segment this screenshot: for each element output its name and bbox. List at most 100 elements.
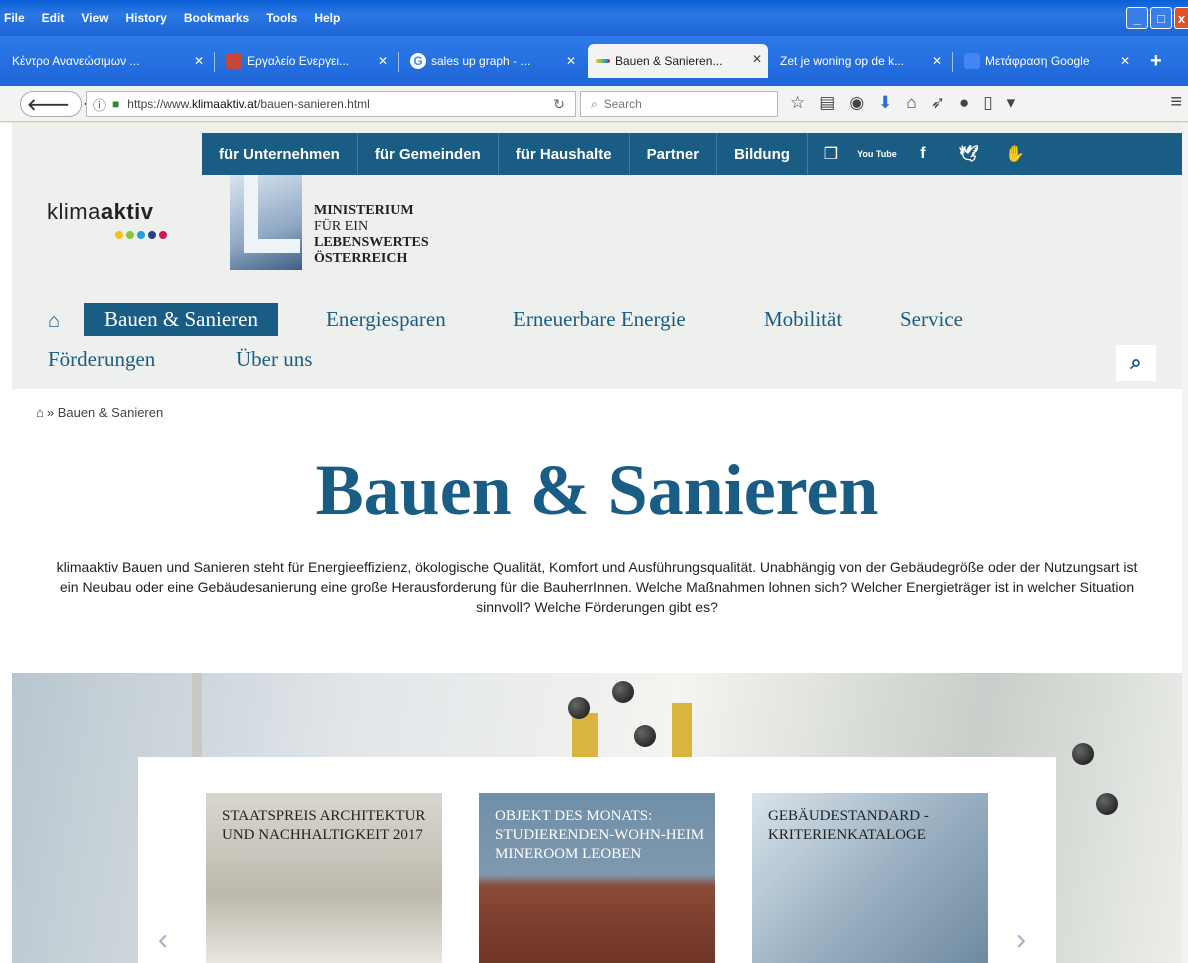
page-title: Bauen & Sanieren <box>315 450 879 530</box>
maximize-button[interactable]: □ <box>1150 7 1172 29</box>
page-scrollbar[interactable] <box>1182 123 1188 963</box>
hero-beam <box>192 673 202 763</box>
send-icon[interactable]: ➶ <box>931 93 945 113</box>
url-path: /bauen-sanieren.html <box>257 97 370 111</box>
nav-partner[interactable]: Partner <box>630 133 718 175</box>
google-icon: G <box>410 53 426 69</box>
menu-edit[interactable]: Edit <box>42 11 65 25</box>
search-input[interactable]: ⌕ Search <box>580 91 778 117</box>
main-navigation: ⌂ Bauen & Sanieren Energiesparen Erneuer… <box>48 303 1188 389</box>
card-title: Objekt des Monats: Studierenden-Wohn-hei… <box>495 808 705 862</box>
home-icon[interactable]: ⌂ <box>906 93 916 113</box>
menu-view[interactable]: View <box>81 11 108 25</box>
tab-label: Κέντρο Ανανεώσιμων ... <box>12 54 140 68</box>
nav-toolbar: 🡐 ➔ ⓘ ■ https://www.klimaaktiv.at/bauen-… <box>0 86 1188 122</box>
chevron-down-icon[interactable]: ▾ <box>1007 93 1016 113</box>
site-search-icon[interactable]: ⌕ <box>1116 345 1156 381</box>
card-gebaeudestandard[interactable]: Gebäudestandard - Kriterienkataloge <box>752 793 988 963</box>
pocket-icon[interactable]: ◉ <box>849 93 864 113</box>
logo-dot <box>115 231 123 239</box>
logo-text-light: klima <box>47 199 101 224</box>
klimaaktiv-logo[interactable]: klimaaktiv <box>47 199 154 225</box>
bookmark-star-icon[interactable]: ☆ <box>790 93 805 113</box>
back-arrow-icon[interactable]: 🡐 <box>27 94 70 115</box>
menu-history[interactable]: History <box>125 11 166 25</box>
close-tab-icon[interactable]: ✕ <box>378 54 388 68</box>
menu-bar: File Edit View History Bookmarks Tools H… <box>4 11 357 25</box>
newsletter-icon[interactable]: ❒ <box>808 144 854 164</box>
hero-ball <box>634 725 656 747</box>
hero-ball <box>1096 793 1118 815</box>
tab-zet-je-woning[interactable]: Zet je woning op de k... ✕ <box>772 46 948 76</box>
reload-icon[interactable]: ↻ <box>553 96 565 113</box>
carousel-next-arrow-icon[interactable]: › <box>1016 923 1026 957</box>
ministry-line-4: ÖSTERREICH <box>314 251 408 266</box>
extension-icon[interactable]: ● <box>959 93 969 113</box>
ministry-logo-text[interactable]: MINISTERIUM FÜR EIN LEBENSWERTES ÖSTERRE… <box>314 203 429 267</box>
mainnav-mobilitaet[interactable]: Mobilität <box>764 307 842 332</box>
logo-dot <box>137 231 145 239</box>
logo-dot <box>159 231 167 239</box>
mainnav-bauen-sanieren[interactable]: Bauen & Sanieren <box>84 303 278 336</box>
mainnav-service[interactable]: Service <box>900 307 963 332</box>
ministry-logo-image[interactable] <box>230 175 302 270</box>
tab-ergaleio[interactable]: Εργαλείο Ενεργει... ✕ <box>218 46 394 76</box>
minimize-button[interactable]: _ <box>1126 7 1148 29</box>
url-host: klimaaktiv.at <box>191 97 258 111</box>
tab-label: sales up graph - ... <box>431 54 531 68</box>
info-icon[interactable]: ⓘ <box>93 95 106 114</box>
sign-language-icon[interactable]: ✋ <box>992 144 1038 164</box>
carousel-prev-arrow-icon[interactable]: ‹ <box>158 923 168 957</box>
card-carousel: Staatspreis Architektur und Nachhaltigke… <box>138 757 1056 963</box>
hamburger-menu-icon[interactable]: ≡ <box>1170 91 1182 114</box>
menu-tools[interactable]: Tools <box>266 11 297 25</box>
mainnav-foerderungen[interactable]: Förderungen <box>48 347 155 372</box>
card-title: Staatspreis Architektur und Nachhaltigke… <box>222 808 426 843</box>
hero-ball <box>612 681 634 703</box>
hero-image: Staatspreis Architektur und Nachhaltigke… <box>12 673 1182 963</box>
new-tab-button[interactable]: + <box>1150 50 1162 73</box>
twitter-icon[interactable]: 🕊 <box>946 144 992 164</box>
tab-bauen-sanieren[interactable]: Bauen & Sanieren... ✕ <box>588 44 768 78</box>
card-objekt-des-monats[interactable]: Objekt des Monats: Studierenden-Wohn-hei… <box>479 793 715 963</box>
home-icon[interactable]: ⌂ <box>48 310 60 333</box>
hero-ball <box>1072 743 1094 765</box>
tab-google-translate[interactable]: Μετάφραση Google ✕ <box>956 46 1136 76</box>
mainnav-ueber-uns[interactable]: Über uns <box>236 347 312 372</box>
ministry-line-2: FÜR EIN <box>314 219 369 234</box>
mainnav-erneuerbare-energie[interactable]: Erneuerbare Energie <box>513 307 686 332</box>
close-tab-icon[interactable]: ✕ <box>752 52 762 66</box>
close-tab-icon[interactable]: ✕ <box>566 54 576 68</box>
clipboard-icon[interactable]: ▯ <box>983 93 992 113</box>
ministry-line-3: LEBENSWERTES <box>314 235 429 250</box>
nav-haushalte[interactable]: für Haushalte <box>499 133 630 175</box>
youtube-icon[interactable]: You Tube <box>854 149 900 159</box>
klimaaktiv-favicon <box>596 59 610 63</box>
ministry-line-1: MINISTERIUM <box>314 203 414 218</box>
logo-dot <box>148 231 156 239</box>
nav-bildung[interactable]: Bildung <box>717 133 808 175</box>
mainnav-energiesparen[interactable]: Energiesparen <box>326 307 446 332</box>
translate-icon <box>964 53 980 69</box>
nav-unternehmen[interactable]: für Unternehmen <box>202 133 358 175</box>
search-placeholder: Search <box>603 97 642 111</box>
close-window-button[interactable]: x <box>1174 7 1188 29</box>
facebook-icon[interactable]: f <box>900 145 946 163</box>
close-tab-icon[interactable]: ✕ <box>1120 54 1130 68</box>
close-tab-icon[interactable]: ✕ <box>194 54 204 68</box>
nav-gemeinden[interactable]: für Gemeinden <box>358 133 499 175</box>
reader-view-icon[interactable]: ▤ <box>819 93 835 113</box>
tab-kape[interactable]: Κέντρο Ανανεώσιμων ... ✕ <box>4 46 210 76</box>
close-tab-icon[interactable]: ✕ <box>932 54 942 68</box>
menu-help[interactable]: Help <box>314 11 340 25</box>
download-icon[interactable]: ⬇ <box>878 93 892 113</box>
card-staatspreis[interactable]: Staatspreis Architektur und Nachhaltigke… <box>206 793 442 963</box>
breadcrumb-home-icon[interactable]: ⌂ <box>36 405 44 420</box>
tab-divider <box>214 52 215 72</box>
hero-ball <box>568 697 590 719</box>
menu-bookmarks[interactable]: Bookmarks <box>184 11 249 25</box>
chart-icon <box>226 53 242 69</box>
menu-file[interactable]: File <box>4 11 25 25</box>
tab-sales-graph[interactable]: G sales up graph - ... ✕ <box>402 46 582 76</box>
url-bar[interactable]: ⓘ ■ https://www. klimaaktiv.at/bauen-sani… <box>86 91 576 117</box>
